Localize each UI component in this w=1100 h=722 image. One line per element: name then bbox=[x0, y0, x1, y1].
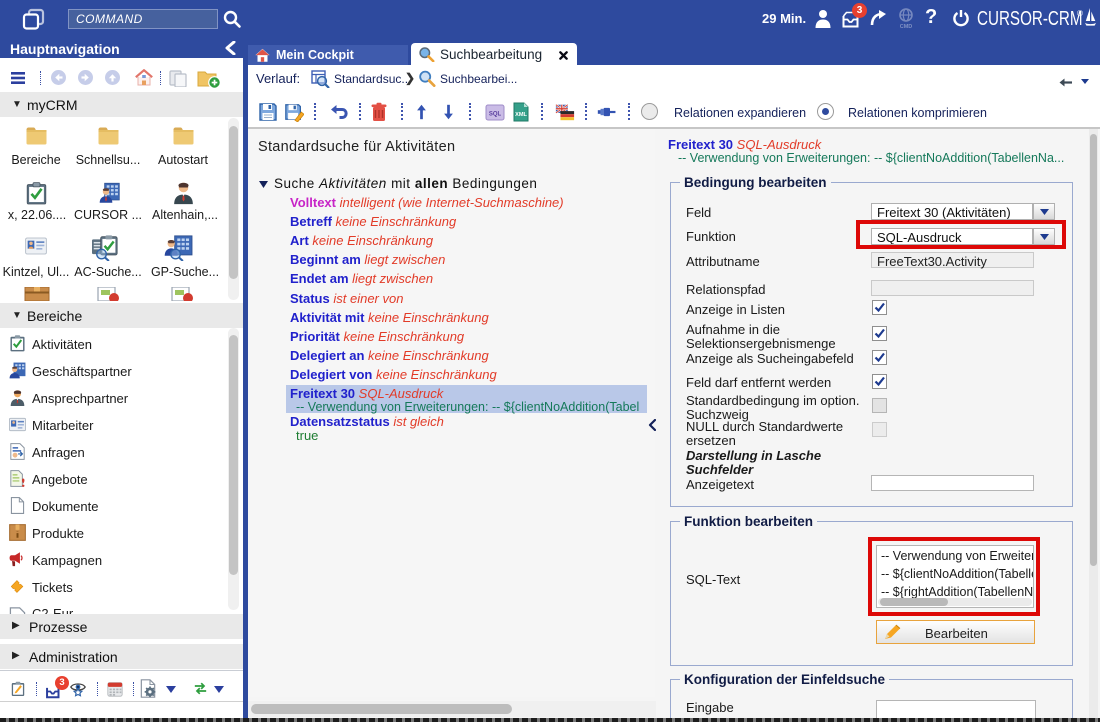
svg-text:XML: XML bbox=[515, 112, 527, 118]
svg-text:SQL: SQL bbox=[489, 112, 502, 118]
